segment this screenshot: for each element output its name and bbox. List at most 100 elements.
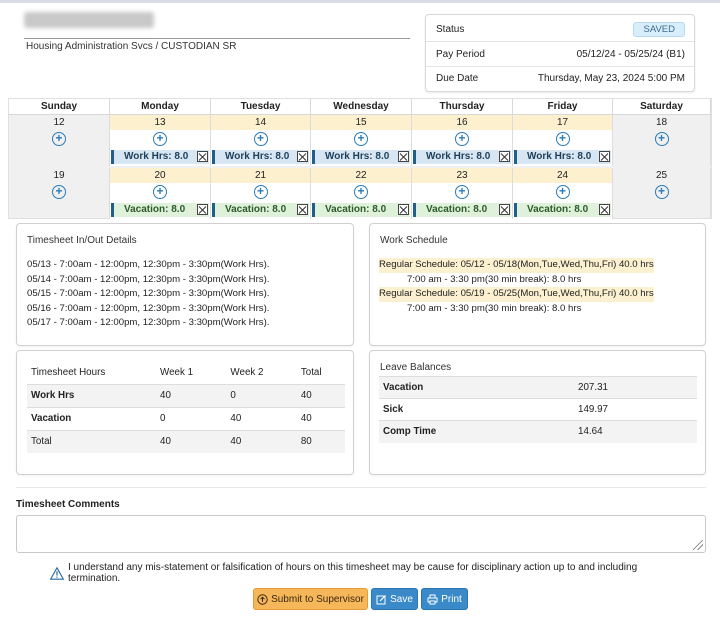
add-entry-icon[interactable]: + [654, 132, 669, 146]
print-label: Print [441, 593, 462, 605]
day-header-thursday: Thursday [412, 99, 513, 115]
work-schedule-panel: Work Schedule Regular Schedule: 05/12 - … [369, 223, 706, 346]
delete-entry-icon[interactable] [499, 151, 510, 162]
employee-name-redacted [24, 12, 154, 28]
save-button[interactable]: Save [371, 588, 418, 610]
column-header: Week 2 [230, 366, 264, 378]
hours-table: Timesheet Hours Week 1 Week 2 Total Work… [27, 363, 345, 453]
status-panel: Status SAVED Pay Period 05/12/24 - 05/25… [425, 14, 695, 92]
day-header-friday: Friday [513, 99, 613, 115]
comments-textarea[interactable] [16, 515, 706, 553]
schedule-detail: 7:00 am - 3:30 pm(30 min break): 8.0 hrs [407, 273, 582, 285]
add-entry-icon[interactable]: + [354, 185, 368, 199]
due-date-value: Thursday, May 23, 2024 5:00 PM [537, 73, 685, 84]
add-entry-icon[interactable]: + [455, 132, 469, 146]
status-badge: SAVED [633, 21, 685, 37]
delete-entry-icon[interactable] [297, 151, 308, 162]
print-button[interactable]: Print [421, 588, 468, 610]
day-number: 12 [53, 117, 65, 128]
submit-to-supervisor-button[interactable]: Submit to Supervisor [253, 588, 368, 610]
calendar-day-cell: 14 + Work Hrs: 8.0 [211, 115, 311, 166]
leave-table: Vacation 207.31 Sick 149.97 Comp Time 14… [379, 376, 697, 443]
add-entry-icon[interactable]: + [153, 132, 167, 146]
leave-label: Vacation [379, 376, 578, 399]
delete-entry-icon[interactable] [297, 204, 308, 215]
add-entry-icon[interactable]: + [153, 185, 167, 199]
table-row: Vacation 207.31 [379, 376, 697, 399]
day-number: 21 [211, 168, 310, 183]
hours-title: Timesheet Hours [31, 366, 106, 378]
column-header: Total [300, 366, 322, 378]
inout-list: 05/13 - 7:00am - 12:00pm, 12:30pm - 3:30… [27, 258, 269, 331]
status-label: Status [436, 23, 465, 35]
comments-label: Timesheet Comments [16, 499, 120, 510]
add-entry-icon[interactable]: + [555, 132, 570, 146]
vacation-entry[interactable]: Vacation: 8.0 [212, 203, 309, 217]
work-hours-entry[interactable]: Work Hrs: 8.0 [312, 150, 410, 164]
delete-entry-icon[interactable] [599, 151, 610, 162]
add-entry-icon[interactable]: + [654, 185, 669, 199]
add-entry-icon[interactable]: + [455, 185, 469, 199]
calendar-day-cell: 24 + Vacation: 8.0 [513, 168, 613, 219]
due-date-row: Due Date Thursday, May 23, 2024 5:00 PM [426, 66, 694, 91]
day-number: 24 [513, 168, 612, 183]
leave-balances-panel: Leave Balances Vacation 207.31 Sick 149.… [369, 350, 706, 475]
add-entry-icon[interactable]: + [555, 185, 570, 199]
schedule-line: Regular Schedule: 05/19 - 05/25(Mon,Tue,… [379, 287, 654, 302]
calendar-day-cell: 20 + Vacation: 8.0 [110, 168, 211, 219]
entry-label: Vacation: 8.0 [225, 204, 287, 215]
vacation-entry[interactable]: Vacation: 8.0 [514, 203, 611, 217]
row-label: Total [27, 429, 160, 453]
day-number: 15 [311, 115, 411, 130]
entry-label: Work Hrs: 8.0 [225, 151, 290, 162]
calendar-day-cell: 22 + Vacation: 8.0 [311, 168, 412, 219]
calendar-day-cell: 18 + [613, 115, 711, 166]
work-hours-entry[interactable]: Work Hrs: 8.0 [111, 150, 209, 164]
add-entry-icon[interactable]: + [253, 185, 268, 199]
delete-entry-icon[interactable] [197, 151, 208, 162]
add-entry-icon[interactable]: + [354, 132, 368, 146]
day-header-monday: Monday [110, 99, 211, 115]
work-hours-entry[interactable]: Work Hrs: 8.0 [212, 150, 309, 164]
inout-line: 05/16 - 7:00am - 12:00pm, 12:30pm - 3:30… [27, 302, 270, 314]
cell-week1: 0 [160, 406, 231, 430]
day-number: 17 [513, 115, 612, 130]
work-schedule-title: Work Schedule [380, 235, 448, 246]
delete-entry-icon[interactable] [499, 204, 510, 215]
delete-entry-icon[interactable] [398, 151, 409, 162]
day-number: 25 [655, 170, 668, 181]
day-header-wednesday: Wednesday [311, 99, 412, 115]
entry-label: Vacation: 8.0 [124, 204, 186, 215]
add-entry-icon[interactable]: + [52, 185, 66, 199]
resize-handle[interactable] [693, 540, 703, 550]
vacation-entry[interactable]: Vacation: 8.0 [312, 203, 410, 217]
cell-total: 40 [300, 406, 345, 430]
vacation-entry[interactable]: Vacation: 8.0 [111, 203, 209, 217]
delete-entry-icon[interactable] [398, 204, 409, 215]
add-entry-icon[interactable]: + [253, 132, 268, 146]
inout-line: 05/15 - 7:00am - 12:00pm, 12:30pm - 3:30… [27, 288, 270, 300]
warning-icon [50, 566, 64, 580]
calendar-day-cell: 19 + [9, 168, 110, 219]
calendar-day-cell: 15 + Work Hrs: 8.0 [311, 115, 412, 166]
status-row: Status SAVED [426, 17, 694, 42]
entry-label: Work Hrs: 8.0 [325, 151, 390, 162]
pay-period-row: Pay Period 05/12/24 - 05/25/24 (B1) [426, 42, 694, 67]
inout-line: 05/17 - 7:00am - 12:00pm, 12:30pm - 3:30… [27, 317, 270, 329]
vacation-entry[interactable]: Vacation: 8.0 [413, 203, 511, 217]
column-header: Week 1 [160, 366, 194, 378]
delete-entry-icon[interactable] [599, 204, 610, 215]
delete-entry-icon[interactable] [197, 204, 208, 215]
row-label: Vacation [27, 406, 160, 430]
table-row: Total 40 40 80 [27, 429, 345, 453]
add-entry-icon[interactable]: + [52, 132, 66, 146]
submit-label: Submit to Supervisor [271, 593, 364, 605]
cell-week2: 40 [230, 429, 301, 453]
entry-label: Work Hrs: 8.0 [124, 151, 189, 162]
disclaimer: I understand any mis-statement or falsif… [50, 562, 690, 584]
work-hours-entry[interactable]: Work Hrs: 8.0 [514, 150, 611, 164]
table-row: Sick 149.97 [379, 398, 697, 421]
entry-label: Work Hrs: 8.0 [527, 151, 592, 162]
hours-header-row: Timesheet Hours Week 1 Week 2 Total [27, 363, 345, 384]
work-hours-entry[interactable]: Work Hrs: 8.0 [413, 150, 511, 164]
